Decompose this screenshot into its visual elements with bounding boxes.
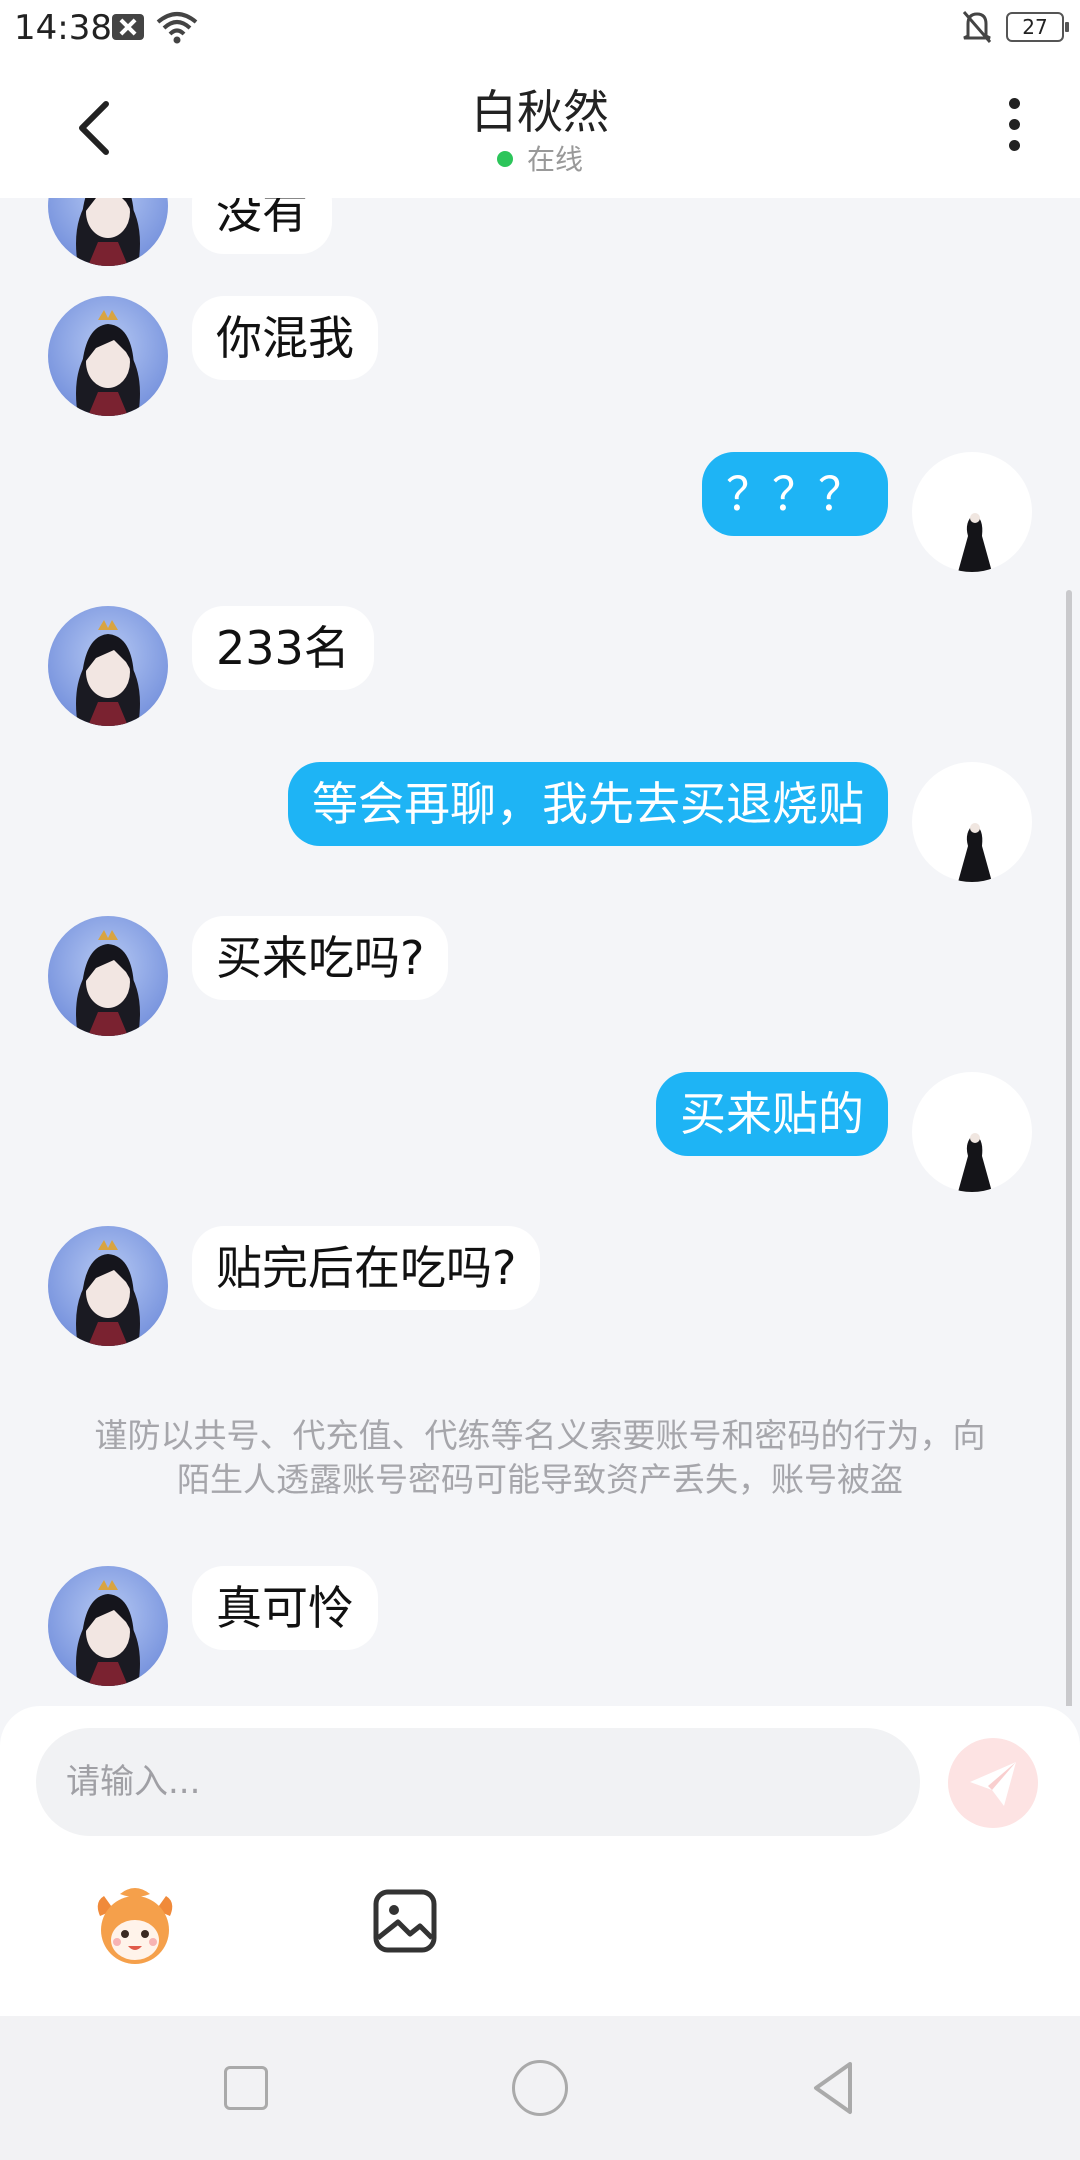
status-bar: 14:38 27 <box>0 0 1080 58</box>
notification-x-icon <box>112 14 144 40</box>
online-status-label: 在线 <box>526 143 583 176</box>
system-nav-bar <box>0 2016 1080 2160</box>
contact-avatar[interactable] <box>48 606 168 726</box>
message-bubble-received[interactable]: 真可怜 <box>192 1566 378 1650</box>
more-vertical-icon[interactable] <box>1004 98 1024 158</box>
contact-avatar[interactable] <box>48 198 168 266</box>
online-status: 在线 <box>0 138 1080 178</box>
my-avatar[interactable] <box>912 1072 1032 1192</box>
message-bubble-received[interactable]: 贴完后在吃吗? <box>192 1226 541 1310</box>
bell-muted-icon <box>962 11 992 43</box>
contact-avatar[interactable] <box>48 916 168 1036</box>
input-panel <box>0 1706 1080 2016</box>
my-avatar[interactable] <box>912 762 1032 882</box>
contact-avatar[interactable] <box>48 296 168 416</box>
battery-indicator: 27 <box>1006 12 1069 42</box>
chat-messages[interactable]: 没有 你混我 ？？？ 233名 等会再聊，我先去买退烧贴 买来吃吗? 买来贴的 … <box>0 198 1080 1706</box>
message-bubble-received[interactable]: 你混我 <box>192 296 378 380</box>
battery-level: 27 <box>1022 15 1048 39</box>
scrollbar[interactable] <box>1066 590 1072 1706</box>
my-avatar[interactable] <box>912 452 1032 572</box>
message-bubble-received[interactable]: 233名 <box>192 606 374 690</box>
status-time: 14:38 <box>14 8 112 48</box>
home-icon[interactable] <box>512 2060 568 2116</box>
online-dot-icon <box>496 151 513 167</box>
message-bubble-sent[interactable]: 等会再聊，我先去买退烧贴 <box>288 762 888 846</box>
send-button[interactable] <box>948 1738 1038 1828</box>
image-icon[interactable] <box>370 1886 440 1956</box>
nav-back-icon[interactable] <box>808 2058 858 2118</box>
message-bubble-sent[interactable]: ？？？ <box>702 452 888 536</box>
page-title: 白秋然 <box>471 85 609 139</box>
chat-header: 白秋然 在线 <box>0 58 1080 198</box>
paper-plane-icon <box>970 1762 1016 1806</box>
contact-avatar[interactable] <box>48 1566 168 1686</box>
message-bubble-received[interactable]: 买来吃吗? <box>192 916 449 1000</box>
contact-avatar[interactable] <box>48 1226 168 1346</box>
message-input[interactable] <box>36 1728 920 1836</box>
emoji-mascot-icon[interactable] <box>90 1882 180 1972</box>
wifi-icon <box>156 12 198 44</box>
message-bubble-received[interactable]: 没有 <box>192 198 332 254</box>
recent-apps-icon[interactable] <box>224 2066 268 2110</box>
security-notice: 谨防以共号、代充值、代练等名义索要账号和密码的行为，向陌生人透露账号密码可能导致… <box>94 1416 986 1499</box>
message-bubble-sent[interactable]: 买来贴的 <box>656 1072 888 1156</box>
